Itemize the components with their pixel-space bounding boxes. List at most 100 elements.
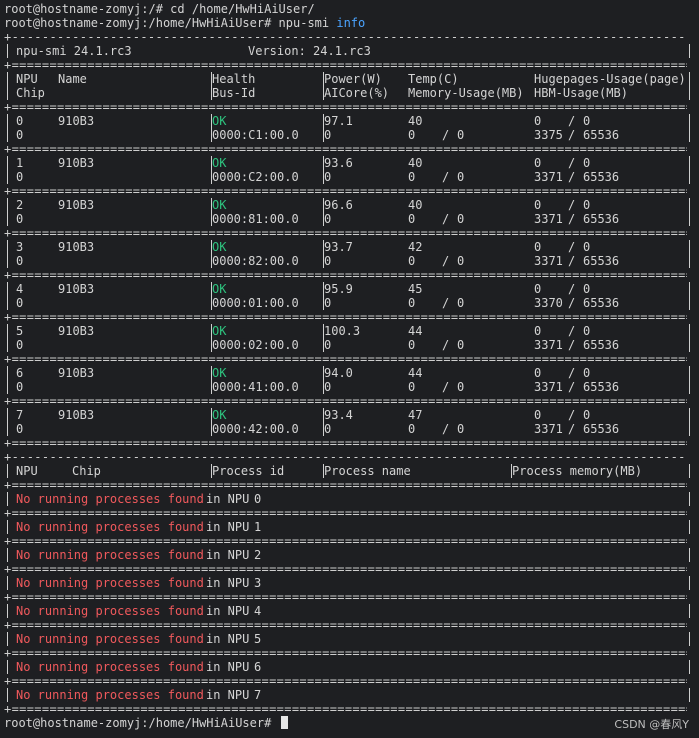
npu-hugepages-total: 0 (583, 324, 591, 338)
no-process-message: No running processes found (16, 660, 204, 674)
command-keyword: info (336, 16, 366, 30)
npu-chip: 0 (16, 338, 24, 352)
column-divider (689, 324, 690, 352)
npu-row-separator: +=======================================… (4, 310, 687, 324)
npu-hugepages-total: 0 (583, 282, 591, 296)
npu-hbm-total: 65536 (583, 380, 620, 394)
slash: / (568, 324, 576, 338)
terminal-window[interactable]: root@hostname-zomyj:/# cd /home/HwHiAiUs… (0, 0, 699, 738)
npu-bus-id: 0000:02:00.0 (212, 338, 299, 352)
npu-hugepages-used: 0 (534, 240, 542, 254)
no-process-message: No running processes found (16, 604, 204, 618)
shell-prompt: root@hostname-zomyj:/# (4, 2, 171, 16)
npu-health-status: OK (212, 114, 227, 128)
npu-chip: 0 (16, 254, 24, 268)
header-hugepages: Hugepages-Usage(page) (534, 72, 686, 86)
slash: / (442, 170, 450, 184)
npu-memory-total: 0 (457, 128, 465, 142)
column-divider (7, 282, 8, 310)
npu-temp: 47 (408, 408, 423, 422)
proc-header-npu: NPU (16, 464, 38, 478)
column-divider (7, 240, 8, 268)
npu-health-status: OK (212, 156, 227, 170)
npu-bus-id: 0000:01:00.0 (212, 296, 299, 310)
column-divider (7, 520, 8, 534)
slash: / (442, 338, 450, 352)
npu-hugepages-used: 0 (534, 324, 542, 338)
npu-hbm-total: 65536 (583, 128, 620, 142)
npu-hbm-used: 3371 (534, 338, 563, 352)
column-divider (7, 464, 8, 478)
npu-memory-used: 0 (408, 338, 416, 352)
npu-aicore: 0 (324, 380, 332, 394)
header-temp: Temp(C) (408, 72, 459, 86)
slash: / (568, 408, 576, 422)
npu-memory-used: 0 (408, 254, 416, 268)
npu-hugepages-used: 0 (534, 114, 542, 128)
npu-hbm-total: 65536 (583, 422, 620, 436)
column-divider (7, 632, 8, 646)
no-process-message: No running processes found (16, 492, 204, 506)
proc-npu-id: 6 (254, 660, 262, 674)
column-divider (689, 632, 690, 646)
npu-bus-id: 0000:82:00.0 (212, 254, 299, 268)
column-divider (7, 604, 8, 618)
column-divider (7, 576, 8, 590)
smi-version-left: npu-smi 24.1.rc3 (16, 44, 132, 58)
in-npu-label: in NPU (206, 548, 250, 562)
npu-memory-total: 0 (457, 170, 465, 184)
slash: / (568, 128, 576, 142)
header-chip: Chip (16, 86, 45, 100)
npu-aicore: 0 (324, 212, 332, 226)
npu-chip: 0 (16, 296, 24, 310)
npu-id: 5 (16, 324, 24, 338)
npu-hbm-used: 3371 (534, 422, 563, 436)
npu-row-separator: +=======================================… (4, 352, 687, 366)
slash: / (568, 254, 576, 268)
npu-temp: 42 (408, 240, 423, 254)
npu-temp: 44 (408, 366, 423, 380)
npu-hugepages-used: 0 (534, 366, 542, 380)
column-divider (7, 408, 8, 436)
npu-hugepages-total: 0 (583, 198, 591, 212)
npu-hugepages-used: 0 (534, 198, 542, 212)
npu-health-status: OK (212, 408, 227, 422)
npu-chip: 0 (16, 422, 24, 436)
proc-npu-id: 3 (254, 576, 262, 590)
column-divider (7, 660, 8, 674)
npu-aicore: 0 (324, 296, 332, 310)
no-process-message: No running processes found (16, 688, 204, 702)
slash: / (568, 338, 576, 352)
npu-health-status: OK (212, 198, 227, 212)
npu-name: 910B3 (58, 114, 95, 128)
npu-memory-used: 0 (408, 422, 416, 436)
proc-header-process-name: Process name (324, 464, 411, 478)
npu-memory-total: 0 (457, 254, 465, 268)
npu-chip: 0 (16, 212, 24, 226)
npu-temp: 40 (408, 156, 423, 170)
command-text: npu-smi (278, 16, 337, 30)
header-hbm: HBM-Usage(MB) (534, 86, 628, 100)
npu-row-separator: +=======================================… (4, 226, 687, 240)
npu-bus-id: 0000:C1:00.0 (212, 128, 299, 142)
npu-hbm-used: 3375 (534, 128, 563, 142)
npu-power: 93.7 (324, 240, 353, 254)
npu-aicore: 0 (324, 128, 332, 142)
slash: / (568, 240, 576, 254)
npu-memory-total: 0 (457, 338, 465, 352)
slash: / (568, 156, 576, 170)
column-divider (689, 604, 690, 618)
prompt-line-current[interactable]: root@hostname-zomyj:/home/HwHiAiUser# (4, 716, 288, 730)
smi-version-right: Version: 24.1.rc3 (248, 44, 371, 58)
npu-memory-total: 0 (457, 422, 465, 436)
table-border-top: +---------------------------------------… (4, 30, 687, 44)
proc-npu-id: 4 (254, 604, 262, 618)
slash: / (568, 296, 576, 310)
proc-row-separator: +=======================================… (4, 646, 687, 660)
proc-npu-id: 2 (254, 548, 262, 562)
npu-hbm-used: 3371 (534, 170, 563, 184)
slash: / (568, 380, 576, 394)
text-cursor (280, 716, 288, 729)
header-busid: Bus-Id (212, 86, 256, 100)
column-divider (689, 72, 690, 100)
